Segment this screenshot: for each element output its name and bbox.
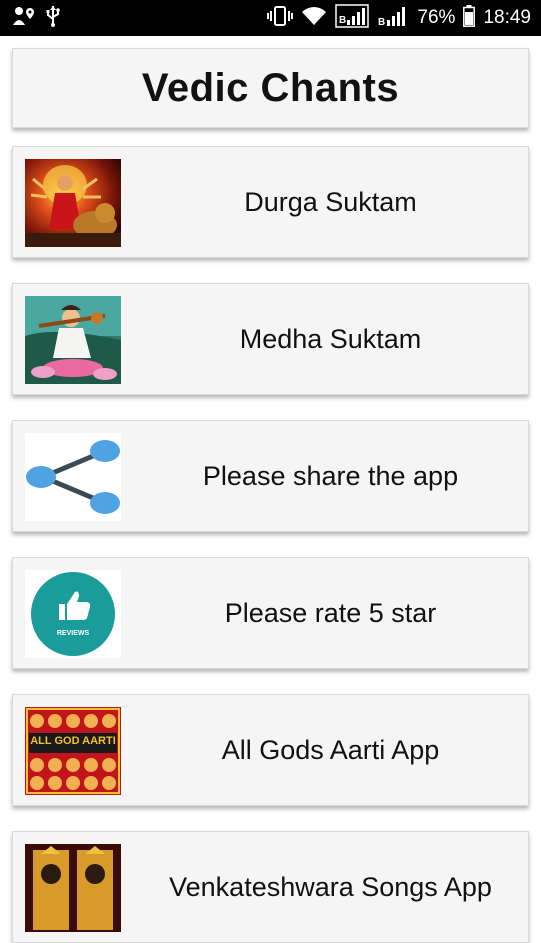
item-label: Medha Suktam	[239, 323, 422, 354]
status-bar-left	[12, 5, 60, 32]
reviews-thumbs-up-icon	[25, 570, 121, 658]
wifi-icon	[301, 5, 327, 32]
list-item-durga-suktam[interactable]: Durga Suktam	[12, 146, 529, 258]
item-label: Please rate 5 star	[224, 597, 437, 628]
venkateshwara-image	[25, 844, 121, 932]
durga-image	[25, 159, 121, 247]
battery-icon	[463, 4, 476, 32]
main-content: Vedic Chants Durga Suktam Medha Suktam P…	[0, 36, 541, 943]
status-bar-right: B B 76% 18:49	[267, 3, 531, 33]
signal-icon: B	[377, 4, 409, 33]
saraswati-image	[25, 296, 121, 384]
item-label: Venkateshwara Songs App	[169, 871, 492, 902]
app-title-card: Vedic Chants	[12, 48, 529, 128]
vibrate-icon	[267, 5, 294, 32]
status-bar: B B 76% 18:49	[0, 0, 541, 36]
reviews-badge-text: REVIEWS	[56, 630, 90, 637]
all-god-aarti-image	[25, 707, 121, 795]
list-item-all-gods-aarti[interactable]: ALL GOD AARTI All Gods Aarti App	[12, 694, 529, 806]
item-label: All Gods Aarti App	[221, 734, 440, 765]
list-item-venkateshwara-songs[interactable]: Venkateshwara Songs App	[12, 831, 529, 943]
list-item-share-app[interactable]: Please share the app	[12, 420, 529, 532]
list-item-rate-app[interactable]: REVIEWS Please rate 5 star	[12, 557, 529, 669]
signal-icon: B	[335, 3, 370, 33]
location-person-icon	[12, 5, 38, 32]
battery-percent: 76%	[417, 7, 456, 28]
item-label: Please share the app	[202, 460, 459, 491]
svg-text:B: B	[378, 17, 385, 28]
clock: 18:49	[483, 7, 531, 28]
app-title: Vedic Chants	[141, 65, 400, 110]
share-icon	[25, 433, 121, 521]
usb-icon	[46, 5, 60, 32]
aarti-badge-text: ALL GOD AARTI	[30, 735, 116, 747]
list-item-medha-suktam[interactable]: Medha Suktam	[12, 283, 529, 395]
svg-text:B: B	[339, 15, 346, 26]
item-label: Durga Suktam	[244, 186, 417, 217]
